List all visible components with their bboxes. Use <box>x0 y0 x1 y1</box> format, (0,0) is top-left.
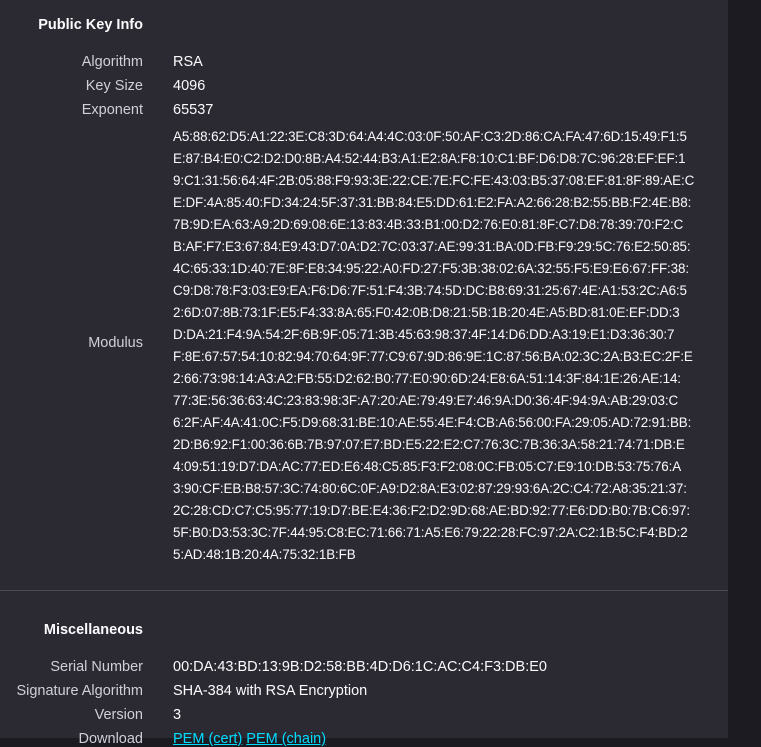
signature-algorithm-value: SHA-384 with RSA Encryption <box>173 683 368 699</box>
modulus-line: 9:C1:31:56:64:4F:2B:05:88:F9:93:3E:22:CE… <box>173 173 695 188</box>
algorithm-label: Algorithm <box>81 54 143 70</box>
section-title-miscellaneous: Miscellaneous <box>43 622 143 638</box>
modulus-line: 4C:65:33:1D:40:7E:8F:E8:34:95:22:A0:FD:2… <box>173 261 689 276</box>
modulus-line: A5:88:62:D5:A1:22:3E:C8:3D:64:A4:4C:03:0… <box>173 129 687 144</box>
key-size-label: Key Size <box>85 78 143 94</box>
signature-algorithm-label: Signature Algorithm <box>16 683 143 699</box>
modulus-line: 6:2F:AF:4A:41:0C:F5:D9:68:31:BE:10:AE:55… <box>173 415 692 430</box>
certificate-panel: Public Key Info Algorithm RSA Key Size 4… <box>0 0 728 747</box>
modulus-line: 2:66:73:98:14:A3:A2:FB:55:D2:62:B0:77:E0… <box>173 371 681 386</box>
section-title-public-key-info: Public Key Info <box>38 17 143 33</box>
algorithm-value: RSA <box>173 54 203 70</box>
download-label: Download <box>78 731 144 747</box>
modulus-line: 2:6D:07:8B:73:1F:E5:F4:33:8A:65:F0:42:0B… <box>173 305 680 320</box>
download-pem-cert-link[interactable]: PEM (cert) <box>173 731 242 747</box>
section-divider <box>0 590 728 591</box>
modulus-line: 5:AD:48:1B:20:4A:75:32:1B:FB <box>173 547 356 562</box>
serial-number-value: 00:DA:43:BD:13:9B:D2:58:BB:4D:D6:1C:AC:C… <box>173 659 547 675</box>
download-pem-chain-link[interactable]: PEM (chain) <box>246 731 326 747</box>
modulus-line: 7B:9D:EA:63:A9:2D:69:08:6E:13:83:4B:33:B… <box>173 217 684 232</box>
modulus-line: E:87:B4:E0:C2:D2:D0:8B:A4:52:44:B3:A1:E2… <box>173 151 686 166</box>
modulus-line: 3:90:CF:EB:B8:57:3C:74:80:6C:0F:A9:D2:8A… <box>173 481 687 496</box>
modulus-line: B:AF:F7:E3:67:84:E9:43:D7:0A:D2:7C:03:37… <box>173 239 691 254</box>
modulus-line: 77:3E:56:36:63:4C:23:83:98:3F:A7:20:AE:7… <box>173 393 679 408</box>
modulus-label: Modulus <box>88 335 143 351</box>
page-gutter <box>728 0 761 738</box>
modulus-line: 5F:B0:D3:53:3C:7F:44:95:C8:EC:71:66:71:A… <box>173 525 688 540</box>
version-value: 3 <box>173 707 182 723</box>
exponent-label: Exponent <box>81 102 143 118</box>
version-label: Version <box>94 707 143 723</box>
modulus-line: F:8E:67:57:54:10:82:94:70:64:9F:77:C9:67… <box>173 349 693 364</box>
modulus-line: 2C:28:CD:C7:C5:95:77:19:D7:BE:E4:36:F2:D… <box>173 503 690 518</box>
download-links: PEM (cert) PEM (chain) <box>173 731 326 747</box>
modulus-line: 2D:B6:92:F1:00:36:6B:7B:97:07:E7:BD:E5:2… <box>173 437 685 452</box>
modulus-line: 4:09:51:19:D7:DA:AC:77:ED:E6:48:C5:85:F3… <box>173 459 682 474</box>
exponent-value: 65537 <box>173 102 214 118</box>
modulus-line: C9:D8:78:F3:03:E9:EA:F6:D6:7F:51:F4:3B:7… <box>173 283 687 298</box>
modulus-line: E:DF:4A:85:40:FD:34:24:5F:37:31:BB:84:E5… <box>173 195 692 210</box>
modulus-line: D:DA:21:F4:9A:54:2F:6B:9F:05:71:3B:45:63… <box>173 327 675 342</box>
serial-number-label: Serial Number <box>50 659 143 675</box>
key-size-value: 4096 <box>173 78 206 94</box>
modulus-value: A5:88:62:D5:A1:22:3E:C8:3D:64:A4:4C:03:0… <box>173 126 694 566</box>
